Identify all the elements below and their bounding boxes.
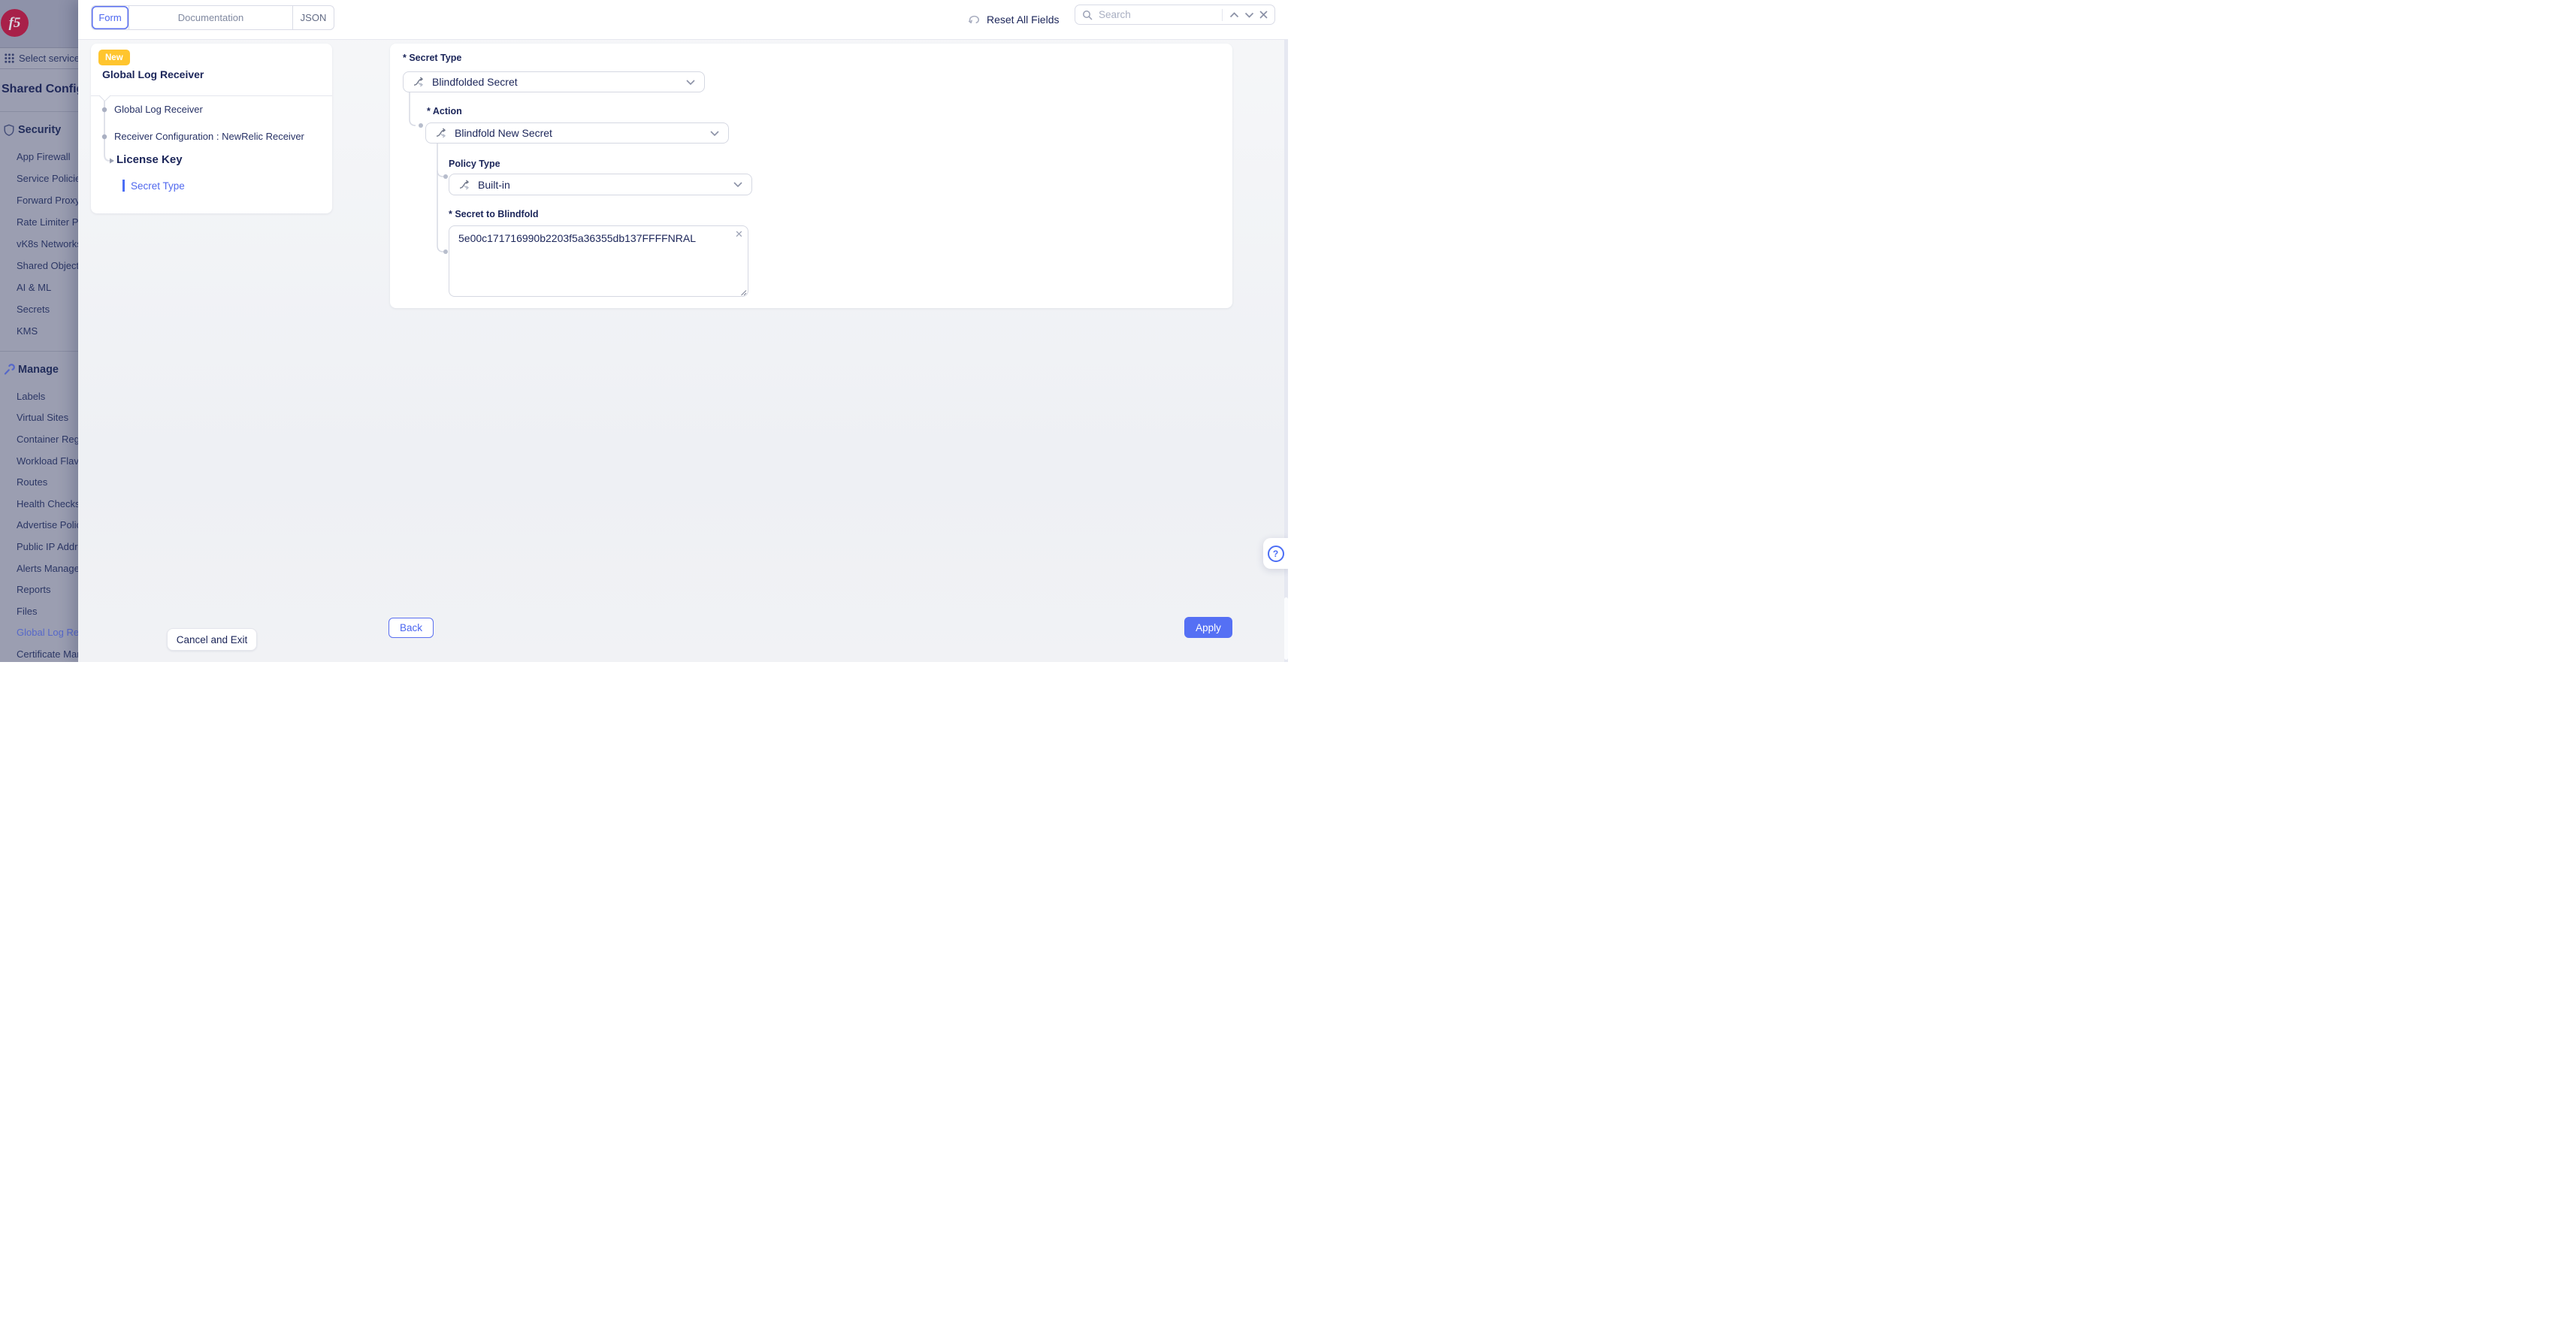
search-divider	[1222, 9, 1223, 21]
wizard-card: New Global Log Receiver Global Log Recei…	[91, 44, 332, 213]
policy-type-label: Policy Type	[449, 159, 500, 169]
secret-to-blindfold-label: * Secret to Blindfold	[449, 209, 538, 219]
clear-secret-icon[interactable]: ✕	[735, 229, 743, 239]
help-question-icon: ?	[1268, 546, 1284, 562]
wizard-step-receiver-configuration[interactable]: Receiver Configuration : NewRelic Receiv…	[114, 131, 304, 142]
sidebar-item-reports[interactable]: Reports	[0, 579, 78, 600]
back-button[interactable]: Back	[389, 618, 434, 638]
workspace-title: Shared Configuration	[2, 83, 78, 96]
sidebar-item-alerts-management[interactable]: Alerts Management	[0, 558, 78, 579]
reset-all-fields-button[interactable]: Reset All Fields	[967, 8, 1059, 32]
app-window: f5 Select service Shared Configuration S…	[0, 0, 1288, 662]
apply-button[interactable]: Apply	[1184, 617, 1232, 638]
chevron-down-icon	[1244, 12, 1254, 18]
sidebar-section-security: Security App Firewall Service Policies F…	[0, 120, 78, 342]
sidebar-section-manage: Manage Labels Virtual Sites Container Re…	[0, 360, 78, 662]
view-tabs: Form Documentation JSON	[91, 5, 334, 30]
search-prev-button[interactable]	[1229, 12, 1239, 18]
sidebar-item-vk8s-networks[interactable]: vK8s Networks	[0, 233, 78, 255]
sidebar-item-files[interactable]: Files	[0, 600, 78, 622]
oneof-branch-icon	[413, 76, 425, 88]
secret-type-value: Blindfolded Secret	[432, 76, 686, 88]
sidebar-item-forward-proxy[interactable]: Forward Proxy Policies	[0, 189, 78, 211]
secret-to-blindfold-input[interactable]: 5e00c171716990b2203f5a36355db137FFFFNRAL	[449, 225, 748, 297]
sidebar-item-routes[interactable]: Routes	[0, 471, 78, 493]
chevron-down-icon	[710, 131, 719, 136]
secret-type-label: * Secret Type	[403, 53, 461, 63]
reset-label: Reset All Fields	[987, 14, 1059, 26]
sidebar-item-app-firewall[interactable]: App Firewall	[0, 146, 78, 168]
action-select[interactable]: Blindfold New Secret	[425, 122, 729, 144]
close-icon	[1259, 11, 1268, 19]
sidebar-header: f5	[0, 0, 78, 48]
sidebar-item-public-ip[interactable]: Public IP Addresses	[0, 536, 78, 558]
sidebar-item-rate-limiter[interactable]: Rate Limiter Policies	[0, 211, 78, 233]
search-icon	[1082, 10, 1093, 20]
action-label: * Action	[427, 106, 462, 116]
sidebar-item-health-checks[interactable]: Health Checks	[0, 493, 78, 515]
wrench-icon	[3, 364, 15, 376]
wizard-step-global-log-receiver[interactable]: Global Log Receiver	[114, 104, 203, 115]
action-value: Blindfold New Secret	[455, 127, 710, 139]
section-label: Manage	[18, 364, 59, 376]
tab-form[interactable]: Form	[92, 6, 128, 29]
reset-icon	[967, 14, 981, 26]
oneof-branch-icon	[458, 179, 470, 191]
chevron-down-icon	[733, 182, 742, 187]
sidebar-item-ai-ml[interactable]: AI & ML	[0, 277, 78, 298]
form-card: * Secret Type Blindfolded Secret * Actio…	[390, 44, 1232, 308]
wizard-divider-notch	[99, 90, 111, 102]
wizard-title: Global Log Receiver	[102, 68, 204, 80]
sidebar-item-certificate-management[interactable]: Certificate Management	[0, 643, 78, 662]
tab-documentation[interactable]: Documentation	[128, 6, 292, 29]
cancel-and-exit-button[interactable]: Cancel and Exit	[167, 628, 257, 651]
panel-header: Form Documentation JSON Reset All Fields	[78, 0, 1288, 40]
search-close-button[interactable]	[1259, 11, 1268, 19]
sidebar-item-advertise-policies[interactable]: Advertise Policies	[0, 515, 78, 537]
wizard-divider	[91, 95, 332, 96]
sidebar-divider	[0, 351, 78, 352]
policy-type-select[interactable]: Built-in	[449, 174, 752, 195]
form-panel: Form Documentation JSON Reset All Fields	[78, 0, 1288, 662]
search-input[interactable]	[1097, 8, 1217, 21]
sidebar-item-workload-flavors[interactable]: Workload Flavors	[0, 450, 78, 472]
tab-json[interactable]: JSON	[292, 6, 334, 29]
sidebar-item-virtual-sites[interactable]: Virtual Sites	[0, 407, 78, 429]
select-service-label: Select service	[19, 53, 78, 64]
select-service-button[interactable]: Select service	[0, 48, 78, 69]
section-label: Security	[18, 124, 61, 136]
oneof-branch-icon	[435, 127, 447, 139]
chevron-down-icon	[686, 80, 695, 85]
secret-type-select[interactable]: Blindfolded Secret	[403, 71, 705, 92]
sidebar-divider	[0, 111, 78, 112]
sidebar-item-service-policies[interactable]: Service Policies	[0, 168, 78, 189]
status-badge-new: New	[98, 50, 130, 65]
sidebar: f5 Select service Shared Configuration S…	[0, 0, 78, 662]
wizard-step-license-key[interactable]: License Key	[116, 153, 183, 166]
sidebar-item-global-log-receiver[interactable]: Global Log Receiver	[0, 622, 78, 644]
chevron-up-icon	[1229, 12, 1239, 18]
sidebar-item-labels[interactable]: Labels	[0, 385, 78, 407]
sidebar-item-container-registries[interactable]: Container Registries	[0, 428, 78, 450]
sidebar-item-secrets[interactable]: Secrets	[0, 298, 78, 320]
f5-logo-icon: f5	[1, 9, 29, 37]
shield-icon	[3, 124, 15, 136]
sidebar-section-security-header[interactable]: Security	[0, 120, 78, 140]
app-grid-icon	[4, 53, 15, 64]
sidebar-section-manage-header[interactable]: Manage	[0, 360, 78, 379]
search-next-button[interactable]	[1244, 12, 1254, 18]
sidebar-item-kms[interactable]: KMS	[0, 320, 78, 342]
search-box	[1075, 5, 1275, 25]
scrollbar-thumb[interactable]	[1284, 597, 1288, 660]
policy-type-value: Built-in	[478, 179, 733, 191]
wizard-step-secret-type[interactable]: Secret Type	[131, 180, 185, 192]
active-step-marker	[122, 180, 125, 192]
sidebar-item-shared-objects[interactable]: Shared Objects	[0, 255, 78, 277]
help-button[interactable]: ?	[1263, 538, 1288, 569]
